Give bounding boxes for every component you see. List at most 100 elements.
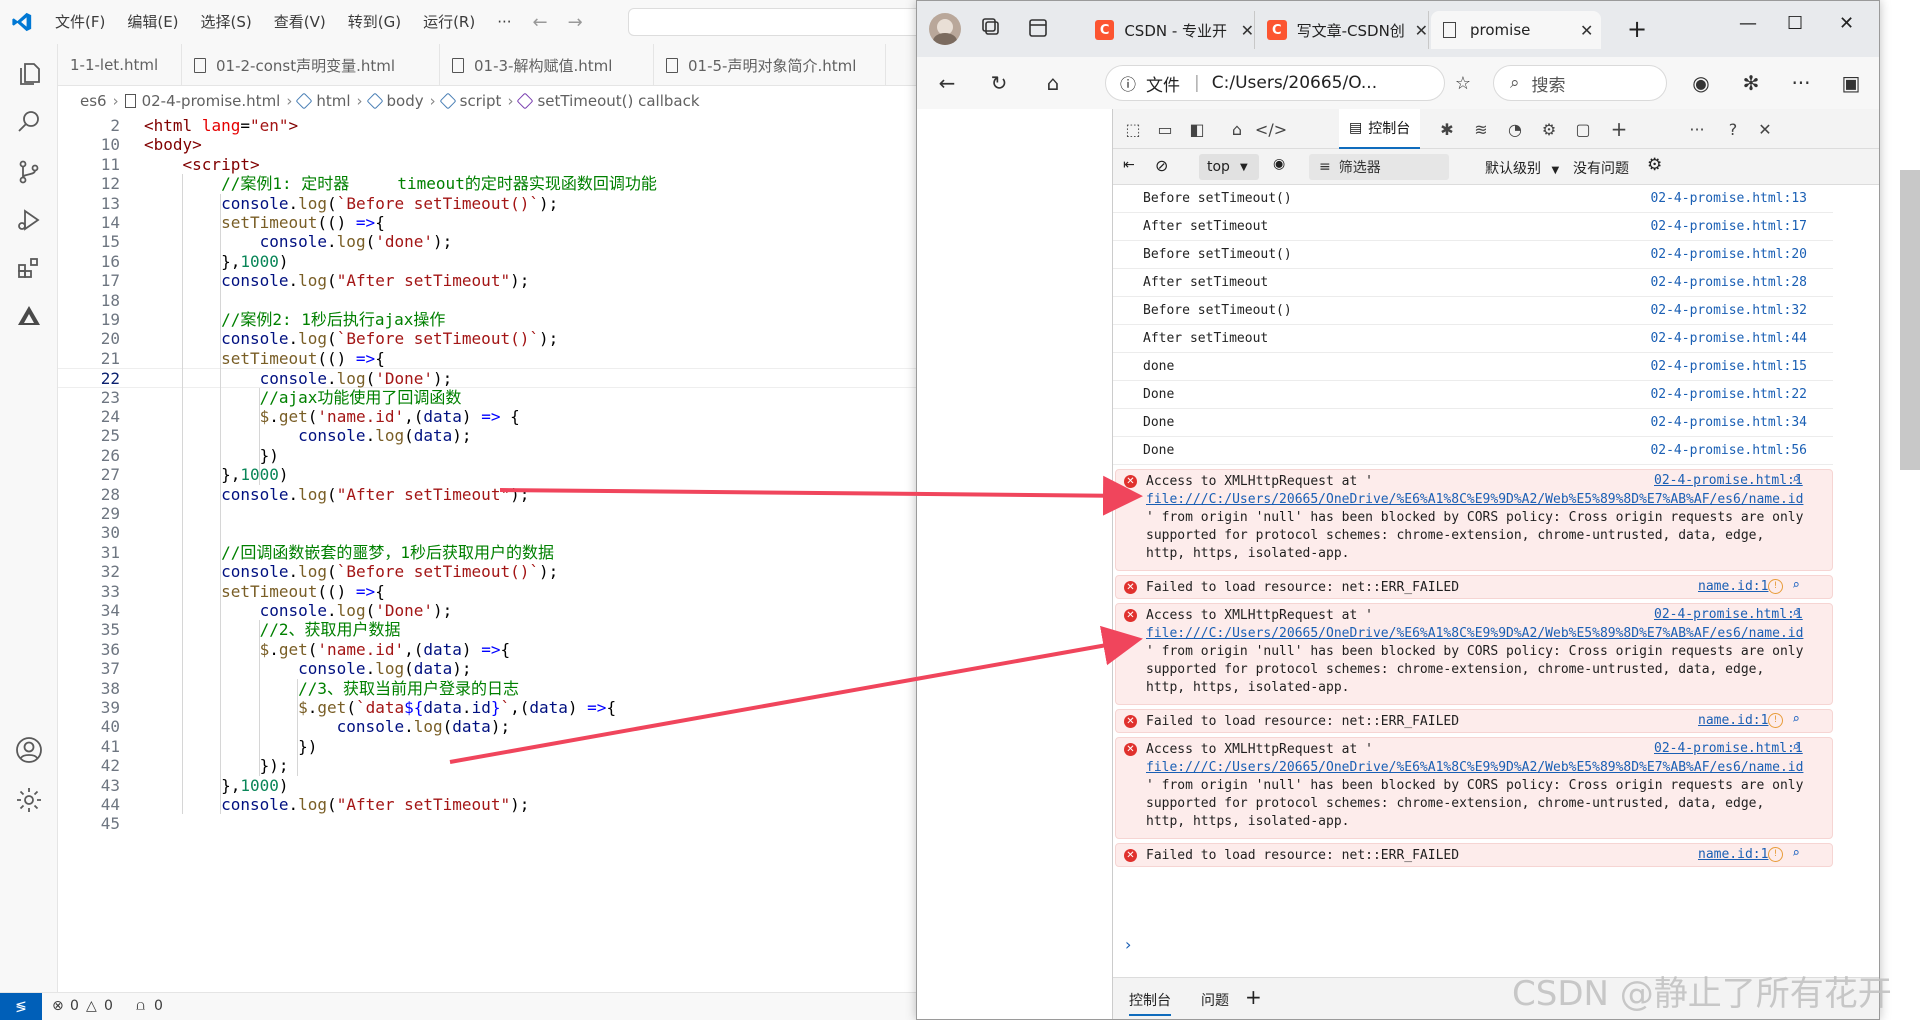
code-line[interactable]: 19 //案例2: 1秒后执行ajax操作 — [58, 310, 920, 329]
browser-tab-promise[interactable]: promise ✕ — [1431, 11, 1601, 49]
code-line[interactable]: 2 <html lang="en"> — [58, 116, 920, 135]
code-editor[interactable]: 2 <html lang="en"> 10 <body> 11 <script> 12 /… — [58, 116, 920, 992]
source-control-icon[interactable] — [13, 156, 45, 188]
command-center-search[interactable] — [628, 8, 928, 36]
ports-icon[interactable]: ⩍ — [136, 998, 145, 1014]
minimize-icon[interactable]: — — [1739, 13, 1757, 34]
search-issue-icon[interactable]: ⌕ — [1792, 578, 1800, 593]
code-line[interactable]: 26 }) — [58, 446, 920, 465]
log-source-link[interactable]: 02-4-promise.html:20 — [1650, 247, 1807, 262]
window-close-icon[interactable]: ✕ — [1839, 13, 1854, 34]
code-line[interactable]: 39 $.get(`data${data.id}`,(data) =>{ — [58, 698, 920, 717]
code-line[interactable]: 18 — [58, 291, 920, 310]
code-line[interactable]: 43 },1000) — [58, 776, 920, 795]
search-issue-icon[interactable]: ⌕ — [1792, 712, 1800, 727]
breadcrumb-html[interactable]: html — [316, 92, 350, 110]
menu-go[interactable]: 转到(G) — [337, 0, 412, 44]
tab-01-3-destructuring[interactable]: 01-3-解构赋值.html — [440, 44, 654, 86]
sources-bug-icon[interactable]: ✱ — [1435, 117, 1459, 141]
remote-indicator-icon[interactable]: ≶ — [0, 993, 42, 1020]
error-source-link[interactable]: name.id:1 — [1698, 847, 1768, 862]
code-line[interactable]: 29 — [58, 504, 920, 523]
extensions-icon[interactable] — [13, 252, 45, 284]
log-source-link[interactable]: 02-4-promise.html:15 — [1650, 359, 1807, 374]
tab-console[interactable]: ▤ 控制台 — [1339, 109, 1421, 149]
code-line[interactable]: 20 console.log(`Before setTimeout()`); — [58, 329, 920, 348]
drawer-add-icon[interactable]: + — [1245, 985, 1262, 1009]
forward-arrow-icon[interactable]: → — [558, 12, 593, 33]
code-line[interactable]: 30 — [58, 523, 920, 542]
code-line[interactable]: 23 //ajax功能使用了回调函数 — [58, 388, 920, 407]
inspect-element-icon[interactable]: ⬚ — [1121, 117, 1145, 141]
code-line[interactable]: 12 //案例1: 定时器 timeout的定时器实现函数回调功能 — [58, 174, 920, 193]
tab-01-2-const[interactable]: 01-2-const声明变量.html — [182, 44, 440, 86]
tab-1-1-let[interactable]: 1-1-let.html — [58, 44, 182, 86]
explorer-icon[interactable] — [13, 58, 45, 90]
performance-icon[interactable]: ◔ — [1503, 117, 1527, 141]
code-line[interactable]: 41 }) — [58, 737, 920, 756]
collections-icon[interactable]: ◉ — [1685, 67, 1717, 99]
code-line[interactable]: 38 //3、获取当前用户登录的日志 — [58, 679, 920, 698]
run-debug-icon[interactable] — [13, 204, 45, 236]
code-line[interactable]: 14 setTimeout(() =>{ — [58, 213, 920, 232]
code-line[interactable]: 25 console.log(data); — [58, 426, 920, 445]
log-source-link[interactable]: 02-4-promise.html:34 — [1650, 415, 1807, 430]
menu-edit[interactable]: 编辑(E) — [116, 0, 189, 44]
console-settings-gear-icon[interactable]: ⚙ — [1647, 155, 1662, 175]
error-source-link[interactable]: 02-4-promise.html:1 — [1654, 741, 1803, 756]
error-file-link[interactable]: file:///C:/Users/20665/OneDrive/%E6%A1%8… — [1146, 760, 1803, 775]
error-file-link[interactable]: file:///C:/Users/20665/OneDrive/%E6%A1%8… — [1146, 626, 1803, 641]
more-menu-icon[interactable]: ··· — [1785, 67, 1817, 99]
code-line[interactable]: 32 console.log(`Before setTimeout()`); — [58, 562, 920, 581]
menu-run[interactable]: 运行(R) — [412, 0, 486, 44]
tab-01-5-object[interactable]: 01-5-声明对象简介.html — [654, 44, 886, 86]
menu-view[interactable]: 查看(V) — [263, 0, 337, 44]
code-line[interactable]: 40 console.log(data); — [58, 717, 920, 736]
close-icon[interactable]: ✕ — [1580, 21, 1593, 40]
code-line[interactable]: 28 console.log("After setTimeout"); — [58, 485, 920, 504]
error-source-link[interactable]: 02-4-promise.html:1 — [1654, 473, 1803, 488]
sidebar-icon[interactable]: ⇤ — [1123, 157, 1135, 173]
breadcrumb-file[interactable]: 02-4-promise.html — [142, 92, 281, 110]
code-line[interactable]: 21 setTimeout(() =>{ — [58, 349, 920, 368]
account-icon[interactable] — [13, 734, 45, 766]
back-arrow-icon[interactable]: ← — [931, 67, 963, 99]
console-prompt-icon[interactable]: › — [1125, 935, 1131, 954]
close-devtools-icon[interactable]: ✕ — [1753, 117, 1777, 141]
add-tool-icon[interactable]: + — [1607, 117, 1631, 141]
search-icon[interactable] — [13, 106, 45, 138]
code-line[interactable]: 33 setTimeout(() =>{ — [58, 582, 920, 601]
info-icon[interactable]: ⓘ — [1120, 71, 1136, 95]
remote-explorer-icon[interactable] — [13, 300, 45, 332]
favorites-star-icon[interactable]: ☆ — [1447, 67, 1479, 99]
log-source-link[interactable]: 02-4-promise.html:56 — [1650, 443, 1807, 458]
device-emulation-icon[interactable]: ▭ — [1153, 117, 1177, 141]
home-icon[interactable]: ⌂ — [1037, 67, 1069, 99]
code-line[interactable]: 15 console.log('done'); — [58, 232, 920, 251]
breadcrumb-script[interactable]: script — [460, 92, 502, 110]
browser-tab-csdn-write[interactable]: C 写文章-CSDN创 ✕ — [1257, 11, 1429, 49]
close-icon[interactable]: ✕ — [1415, 21, 1428, 40]
clear-console-icon[interactable]: ⊘ — [1155, 156, 1168, 175]
menu-file[interactable]: 文件(F) — [44, 0, 116, 44]
warning-icon[interactable]: △ — [86, 998, 97, 1014]
code-line[interactable]: 17 console.log("After setTimeout"); — [58, 271, 920, 290]
breadcrumb-folder[interactable]: es6 — [80, 92, 107, 110]
search-issue-icon[interactable]: ⌕ — [1792, 740, 1800, 755]
network-request-icon[interactable]: ! — [1768, 579, 1783, 594]
tab-actions-icon[interactable] — [1027, 17, 1049, 44]
error-source-link[interactable]: 02-4-promise.html:1 — [1654, 607, 1803, 622]
code-line[interactable]: 11 <script> — [58, 155, 920, 174]
live-expression-eye-icon[interactable]: ◉ — [1273, 156, 1285, 172]
welcome-home-icon[interactable]: ⌂ — [1225, 117, 1249, 141]
workspaces-icon[interactable] — [981, 17, 1003, 44]
browser-tab-csdn[interactable]: C CSDN - 专业开 ✕ — [1085, 11, 1255, 49]
filter-input[interactable]: ≡ 筛选器 — [1309, 154, 1449, 180]
code-line[interactable]: 44 console.log("After setTimeout"); — [58, 795, 920, 814]
code-line[interactable]: 36 $.get('name.id',(data) =>{ — [58, 640, 920, 659]
address-bar[interactable]: ⓘ 文件 | C:/Users/20665/O... — [1105, 65, 1445, 101]
console-output[interactable]: › Before setTimeout() 02-4-promise.html:1… — [1113, 185, 1879, 977]
back-arrow-icon[interactable]: ← — [523, 12, 558, 33]
panel-layout-icon[interactable]: ◧ — [1185, 117, 1209, 141]
extensions-puzzle-icon[interactable]: ✻ — [1735, 67, 1767, 99]
